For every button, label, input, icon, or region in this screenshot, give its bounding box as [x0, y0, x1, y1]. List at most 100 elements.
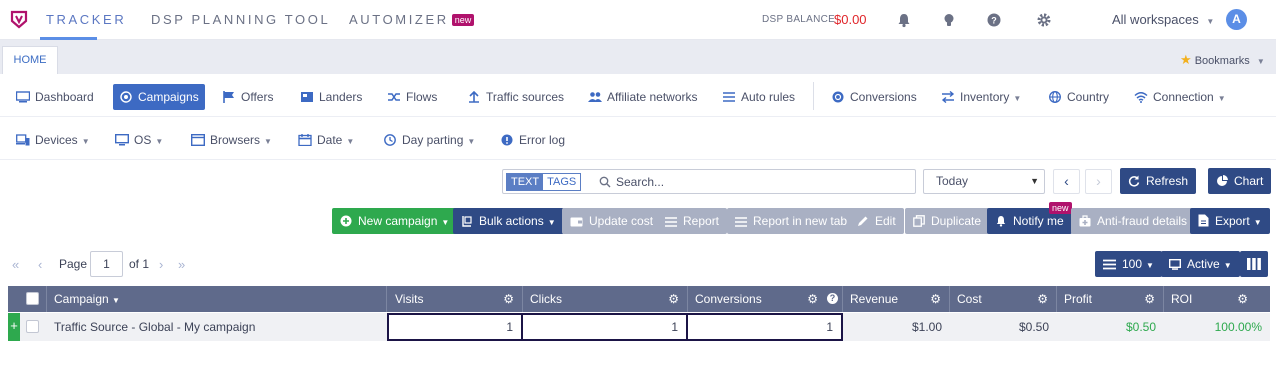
status-filter-button[interactable]: Active ▼	[1161, 251, 1240, 277]
devices-icon	[16, 134, 30, 146]
previous-page-icon[interactable]: ‹	[38, 257, 42, 272]
gear-icon[interactable]: ⚙	[1237, 286, 1248, 312]
bell-icon[interactable]	[896, 12, 912, 28]
topnav-dsp-planning-tool[interactable]: DSP PLANNING TOOL	[151, 12, 330, 27]
svg-text:?: ?	[991, 16, 997, 26]
topnav-automizer[interactable]: AUTOMIZER new	[349, 12, 475, 27]
column-header-profit[interactable]: Profit ⚙	[1057, 286, 1164, 312]
column-header-conversions[interactable]: Conversions ⚙?	[688, 286, 843, 312]
help-icon[interactable]: ?	[986, 12, 1002, 28]
search-mode-toggle[interactable]: TEXT TAGS	[506, 173, 582, 191]
nav-campaigns[interactable]: Campaigns	[113, 84, 205, 110]
tab-home[interactable]: HOME	[2, 46, 58, 74]
list-icon	[723, 92, 735, 102]
pie-chart-icon	[1217, 175, 1228, 186]
cell-cost[interactable]: $0.50	[950, 313, 1057, 341]
gear-icon[interactable]: ⚙	[668, 286, 679, 312]
bulk-actions-button[interactable]: Bulk actions ▼	[453, 208, 564, 234]
search-mode-tags[interactable]: TAGS	[543, 174, 581, 190]
cell-campaign-name[interactable]: Traffic Source - Global - My campaign	[47, 313, 387, 341]
next-page-icon[interactable]: ›	[159, 257, 163, 272]
nav-country[interactable]: Country	[1042, 84, 1115, 110]
nav-landers[interactable]: Landers	[294, 84, 368, 110]
nav-error-log[interactable]: Error log	[494, 127, 571, 153]
gear-icon[interactable]: ⚙	[930, 286, 941, 312]
cell-roi[interactable]: 100.00%	[1164, 313, 1270, 341]
report-list-icon	[735, 217, 747, 227]
row-checkbox[interactable]	[26, 320, 39, 333]
gear-icon[interactable]: ⚙	[503, 286, 514, 312]
nav-os-label: OS	[134, 133, 152, 147]
nav-devices[interactable]: Devices ▼	[10, 127, 96, 153]
column-header-revenue[interactable]: Revenue ⚙	[843, 286, 950, 312]
update-cost-button[interactable]: Update cost	[562, 208, 662, 234]
nav-dashboard[interactable]: Dashboard	[10, 84, 100, 110]
nav-conversions[interactable]: Conversions	[825, 84, 923, 110]
column-header-clicks[interactable]: Clicks ⚙	[523, 286, 688, 312]
nav-day-parting[interactable]: Day parting ▼	[377, 127, 481, 153]
duplicate-button[interactable]: Duplicate	[905, 208, 990, 234]
column-header-campaign[interactable]: Campaign ▼	[47, 286, 387, 312]
date-range-select[interactable]: Today ▼	[923, 169, 1045, 194]
exchange-icon	[941, 91, 955, 103]
sort-chevron-icon: ▼	[112, 296, 120, 305]
cell-visits[interactable]: 1	[387, 313, 523, 341]
last-page-icon[interactable]: »	[178, 257, 185, 272]
first-page-icon[interactable]: «	[12, 257, 19, 272]
nav-affiliate-networks[interactable]: Affiliate networks	[582, 84, 704, 110]
cell-conversions[interactable]: 1	[688, 313, 843, 341]
new-campaign-button[interactable]: New campaign ▼	[332, 208, 458, 234]
lightbulb-icon[interactable]	[941, 12, 957, 28]
column-header-visits[interactable]: Visits ⚙	[387, 286, 523, 312]
gear-icon[interactable]: ⚙	[807, 286, 818, 312]
nav-traffic-sources[interactable]: Traffic sources	[461, 84, 570, 110]
edit-button[interactable]: Edit	[849, 208, 904, 234]
star-icon: ★	[1180, 52, 1192, 67]
search-input[interactable]: Search...	[616, 175, 664, 189]
user-avatar[interactable]: A	[1226, 9, 1247, 30]
columns-button[interactable]	[1240, 251, 1268, 277]
nav-offers-label: Offers	[241, 90, 274, 104]
gear-icon[interactable]: ⚙	[1144, 286, 1155, 312]
new-badge: new	[451, 14, 475, 26]
rows-per-page-button[interactable]: 100 ▼	[1095, 251, 1162, 277]
nav-devices-label: Devices	[35, 133, 78, 147]
nav-connection[interactable]: Connection ▼	[1128, 84, 1232, 110]
column-header-cost[interactable]: Cost ⚙	[950, 286, 1057, 312]
settings-gear-icon[interactable]	[1036, 12, 1052, 28]
nav-date[interactable]: Date ▼	[292, 127, 360, 153]
revenue-header-label: Revenue	[850, 292, 899, 306]
nav-offers[interactable]: Offers	[216, 84, 279, 110]
column-header-roi[interactable]: ROI ⚙	[1164, 286, 1270, 312]
nav-flows-label: Flows	[406, 90, 438, 104]
expand-row-button[interactable]: +	[8, 313, 20, 341]
chevron-down-icon: ▼	[1206, 17, 1215, 26]
cell-clicks[interactable]: 1	[523, 313, 688, 341]
help-icon[interactable]: ?	[827, 293, 838, 304]
gear-icon[interactable]: ⚙	[1037, 286, 1048, 312]
anti-fraud-details-button[interactable]: Anti-fraud details	[1071, 208, 1196, 234]
report-button[interactable]: Report	[657, 208, 728, 234]
search-mode-text[interactable]: TEXT	[507, 174, 544, 190]
workspace-selector[interactable]: All workspaces ▼	[1112, 12, 1214, 27]
bell-icon	[996, 216, 1006, 227]
tracker-logo-icon[interactable]	[9, 9, 29, 29]
nav-flows[interactable]: Flows	[381, 84, 443, 110]
search-box[interactable]: TEXT TAGS Search...	[502, 169, 916, 194]
report-new-tab-button[interactable]: Report in new tab	[727, 208, 856, 234]
chart-button[interactable]: Chart	[1208, 168, 1272, 194]
nav-browsers[interactable]: Browsers ▼	[185, 127, 278, 153]
bookmarks-button[interactable]: ★ Bookmarks ▼	[1180, 52, 1265, 68]
refresh-button[interactable]: Refresh	[1120, 168, 1197, 194]
nav-auto-rules[interactable]: Auto rules	[716, 84, 801, 110]
nav-inventory[interactable]: Inventory ▼	[935, 84, 1027, 110]
page-number-input[interactable]: 1	[90, 251, 123, 277]
nav-os[interactable]: OS ▼	[109, 127, 169, 153]
next-period-button[interactable]: ›	[1085, 169, 1112, 194]
cell-revenue[interactable]: $1.00	[843, 313, 950, 341]
export-button[interactable]: Export ▼	[1190, 208, 1270, 234]
previous-period-button[interactable]: ‹	[1053, 169, 1080, 194]
topnav-tracker[interactable]: TRACKER	[46, 12, 126, 27]
cell-profit[interactable]: $0.50	[1057, 313, 1164, 341]
select-all-checkbox[interactable]	[26, 292, 39, 305]
